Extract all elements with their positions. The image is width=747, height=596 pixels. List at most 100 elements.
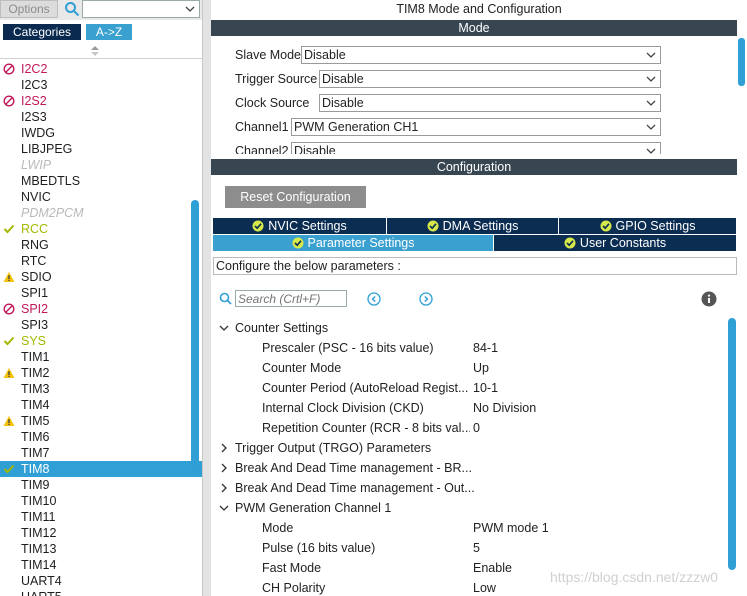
previous-result-icon[interactable]	[367, 292, 381, 306]
ip-item-tim10[interactable]: TIM10	[0, 493, 202, 509]
trigger-source-select[interactable]: Disable	[319, 70, 661, 88]
check-icon	[3, 224, 15, 234]
slave-mode-select[interactable]: Disable	[301, 46, 661, 64]
ip-item-label: TIM14	[21, 558, 57, 572]
clock-source-label: Clock Source	[235, 96, 310, 110]
tree-group[interactable]: PWM Generation Channel 1	[211, 498, 737, 518]
tree-param-row[interactable]: Internal Clock Division (CKD) No Division	[211, 398, 737, 418]
chevron-right-icon[interactable]	[219, 463, 229, 473]
ip-item-uart4[interactable]: UART4	[0, 573, 202, 589]
ip-item-tim8[interactable]: TIM8	[0, 461, 202, 477]
ip-list-scrollbar[interactable]	[191, 200, 199, 470]
chevron-right-icon[interactable]	[219, 443, 229, 453]
ip-item-uart5[interactable]: UART5	[0, 589, 202, 596]
ip-item-tim4[interactable]: TIM4	[0, 397, 202, 413]
channel2-select[interactable]: Disable	[291, 142, 661, 154]
tree-group-label: Counter Settings	[235, 321, 329, 335]
mode-section-header[interactable]: Mode	[211, 20, 737, 36]
ip-list: I2C2 I2C3 I2S2 I2S3 IWDG LIBJPEG LWIP MBEDTLS NV…	[0, 61, 202, 596]
search-icon[interactable]	[64, 1, 80, 17]
ip-item-tim11[interactable]: TIM11	[0, 509, 202, 525]
reset-configuration-button[interactable]: Reset Configuration	[225, 186, 366, 208]
chevron-down-icon[interactable]	[184, 2, 196, 16]
tree-param-row[interactable]: Pulse (16 bits value) 5	[211, 538, 737, 558]
tree-group[interactable]: Break And Dead Time management - BR...	[211, 458, 737, 478]
param-value[interactable]: PWM mode 1	[473, 518, 549, 538]
param-value[interactable]: 84-1	[473, 338, 498, 358]
panel-splitter[interactable]	[203, 0, 211, 596]
ip-item-tim2[interactable]: TIM2	[0, 365, 202, 381]
ip-item-mbedtls[interactable]: MBEDTLS	[0, 173, 202, 189]
ip-item-tim6[interactable]: TIM6	[0, 429, 202, 445]
ip-item-tim13[interactable]: TIM13	[0, 541, 202, 557]
param-value[interactable]: 0	[473, 418, 480, 438]
configuration-scrollbar[interactable]	[728, 318, 736, 570]
ip-item-i2c3[interactable]: I2C3	[0, 77, 202, 93]
tab-parameter-settings[interactable]: Parameter Settings	[213, 235, 494, 251]
info-icon[interactable]	[701, 291, 717, 307]
configuration-section-header[interactable]: Configuration	[211, 159, 737, 175]
tab-dma-settings[interactable]: DMA Settings	[387, 218, 559, 234]
chevron-down-icon[interactable]	[219, 503, 229, 513]
channel1-row: Channel1 PWM Generation CH1	[211, 118, 737, 136]
alphabetical-tab[interactable]: A->Z	[86, 24, 132, 40]
tree-param-row[interactable]: Mode PWM mode 1	[211, 518, 737, 538]
tree-param-row[interactable]: Prescaler (PSC - 16 bits value) 84-1	[211, 338, 737, 358]
param-value[interactable]: Enable	[473, 558, 512, 578]
tab-user-constants[interactable]: User Constants	[494, 235, 737, 251]
mode-scrollbar[interactable]	[738, 38, 745, 86]
search-icon[interactable]	[219, 292, 232, 305]
tree-group-label: Trigger Output (TRGO) Parameters	[235, 441, 432, 455]
param-value[interactable]: 5	[473, 538, 480, 558]
next-result-icon[interactable]	[419, 292, 433, 306]
ip-search-input[interactable]	[82, 0, 200, 18]
chevron-right-icon[interactable]	[219, 483, 229, 493]
ip-item-iwdg[interactable]: IWDG	[0, 125, 202, 141]
ip-item-tim1[interactable]: TIM1	[0, 349, 202, 365]
tab-nvic-settings[interactable]: NVIC Settings	[213, 218, 387, 234]
tree-param-row[interactable]: Counter Mode Up	[211, 358, 737, 378]
check-circle-icon	[292, 237, 303, 249]
ip-item-spi2[interactable]: SPI2	[0, 301, 202, 317]
ip-item-i2s3[interactable]: I2S3	[0, 109, 202, 125]
clock-source-select[interactable]: Disable	[319, 94, 661, 112]
ip-item-pdm2pcm[interactable]: PDM2PCM	[0, 205, 202, 221]
tree-group[interactable]: Break And Dead Time management - Out...	[211, 478, 737, 498]
ip-item-nvic[interactable]: NVIC	[0, 189, 202, 205]
tree-group[interactable]: Trigger Output (TRGO) Parameters	[211, 438, 737, 458]
ip-item-i2c2[interactable]: I2C2	[0, 61, 202, 77]
ip-item-tim5[interactable]: TIM5	[0, 413, 202, 429]
ip-item-lwip[interactable]: LWIP	[0, 157, 202, 173]
ip-item-i2s2[interactable]: I2S2	[0, 93, 202, 109]
ip-category-panel: Options Categories A->Z I2C2 I2C3 I2S2 I2S3…	[0, 0, 203, 596]
categories-tab[interactable]: Categories	[3, 24, 81, 40]
ip-item-label: TIM9	[21, 478, 50, 492]
ip-item-tim12[interactable]: TIM12	[0, 525, 202, 541]
param-value[interactable]: Low	[473, 578, 496, 596]
ip-item-rtc[interactable]: RTC	[0, 253, 202, 269]
ip-item-tim7[interactable]: TIM7	[0, 445, 202, 461]
sort-arrow-icon[interactable]	[90, 45, 100, 57]
ip-item-rng[interactable]: RNG	[0, 237, 202, 253]
tab-gpio-settings[interactable]: GPIO Settings	[559, 218, 737, 234]
ip-item-rcc[interactable]: RCC	[0, 221, 202, 237]
chevron-down-icon[interactable]	[219, 323, 229, 333]
channel1-select[interactable]: PWM Generation CH1	[291, 118, 661, 136]
ip-item-tim14[interactable]: TIM14	[0, 557, 202, 573]
param-value[interactable]: No Division	[473, 398, 536, 418]
ip-item-sdio[interactable]: SDIO	[0, 269, 202, 285]
ip-item-libjpeg[interactable]: LIBJPEG	[0, 141, 202, 157]
param-value[interactable]: 10-1	[473, 378, 498, 398]
tree-param-row[interactable]: Counter Period (AutoReload Regist... 10-1	[211, 378, 737, 398]
ip-item-spi3[interactable]: SPI3	[0, 317, 202, 333]
parameter-search-input[interactable]	[235, 290, 347, 307]
ip-item-spi1[interactable]: SPI1	[0, 285, 202, 301]
tree-param-row[interactable]: Repetition Counter (RCR - 8 bits val... 0	[211, 418, 737, 438]
param-value[interactable]: Up	[473, 358, 489, 378]
ip-item-tim3[interactable]: TIM3	[0, 381, 202, 397]
ip-item-sys[interactable]: SYS	[0, 333, 202, 349]
param-name: Mode	[262, 521, 294, 535]
options-button[interactable]: Options	[0, 0, 58, 18]
ip-item-tim9[interactable]: TIM9	[0, 477, 202, 493]
tree-group[interactable]: Counter Settings	[211, 318, 737, 338]
